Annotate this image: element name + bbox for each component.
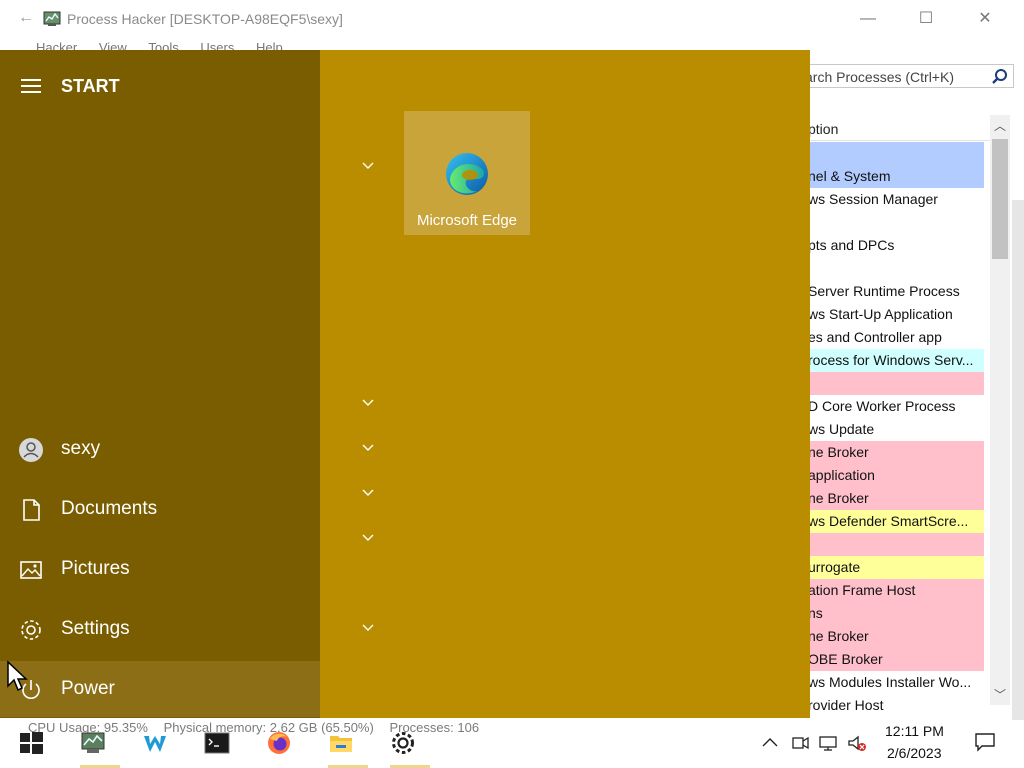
scroll-down-icon[interactable]: ﹀ <box>994 686 1006 703</box>
taskbar-file-explorer[interactable] <box>310 718 370 768</box>
process-row[interactable]: ws Session Manager <box>800 188 984 211</box>
start-item-label: sexy <box>61 438 101 459</box>
column-header-description[interactable]: ption <box>800 117 990 141</box>
mouse-cursor-icon <box>7 660 28 692</box>
taskbar-terminal[interactable] <box>186 718 246 768</box>
clock-date[interactable]: 2/6/2023 <box>887 745 942 761</box>
process-row[interactable]: ws Update <box>800 418 984 441</box>
process-hacker-app-icon <box>43 11 61 26</box>
process-row[interactable]: es and Controller app <box>800 326 984 349</box>
title-bar: ← Process Hacker [DESKTOP-A98EQF5\sexy] … <box>0 0 1024 38</box>
taskbar-process-hacker[interactable] <box>62 718 122 768</box>
chevron-down-icon[interactable] <box>360 161 376 171</box>
start-menu-tiles-area <box>320 50 810 718</box>
chevron-up-icon[interactable] <box>760 734 780 752</box>
process-list[interactable]: ption nel & System ws Session Manager pts … <box>800 115 990 715</box>
start-item-label: Pictures <box>61 558 130 579</box>
process-row[interactable]: rocess for Windows Serv... <box>800 349 984 372</box>
start-item-label: Settings <box>61 618 130 639</box>
windows-start-icon <box>20 732 43 754</box>
hamburger-menu-icon[interactable] <box>21 79 41 93</box>
gear-icon <box>21 620 41 640</box>
chevron-down-icon[interactable] <box>360 533 376 543</box>
tile-microsoft-edge[interactable]: Microsoft Edge <box>404 111 530 235</box>
start-item-label: Documents <box>61 498 158 519</box>
file-explorer-icon <box>330 736 352 752</box>
start-item-power[interactable]: Power <box>0 661 320 717</box>
process-row[interactable]: nel & System <box>800 165 984 188</box>
process-row[interactable]: D Core Worker Process <box>800 395 984 418</box>
close-button[interactable]: ✕ <box>962 6 1008 32</box>
wing-icon <box>144 736 166 752</box>
search-icon[interactable] <box>991 68 1009 86</box>
search-input[interactable]: arch Processes (Ctrl+K) <box>800 64 1014 88</box>
network-icon[interactable] <box>818 734 838 752</box>
tile-label: Microsoft Edge <box>416 212 518 229</box>
minimize-button[interactable]: — <box>845 6 891 32</box>
process-row[interactable]: ne Broker <box>800 625 984 648</box>
back-arrow-icon[interactable]: ← <box>18 9 34 27</box>
start-item-user[interactable]: sexy <box>0 421 320 477</box>
process-row[interactable]: rovider Host <box>800 694 984 715</box>
process-row[interactable] <box>800 211 984 234</box>
process-row[interactable]: OBE Broker <box>800 648 984 671</box>
process-row[interactable]: ne Broker <box>800 487 984 510</box>
maximize-button[interactable]: ☐ <box>903 6 949 32</box>
user-icon <box>19 438 43 462</box>
process-row[interactable]: ation Frame Host <box>800 579 984 602</box>
scrollbar-thumb[interactable] <box>992 139 1008 259</box>
chevron-down-icon[interactable] <box>360 623 376 633</box>
search-placeholder: arch Processes (Ctrl+K) <box>805 69 954 85</box>
taskbar-firefox[interactable] <box>248 718 308 768</box>
firefox-icon <box>268 732 290 754</box>
taskbar-start-button[interactable] <box>0 718 60 768</box>
start-item-pictures[interactable]: Pictures <box>0 541 320 597</box>
clock-time[interactable]: 12:11 PM <box>885 723 944 739</box>
process-row[interactable] <box>800 533 984 556</box>
process-row[interactable]: Server Runtime Process <box>800 280 984 303</box>
vertical-scrollbar[interactable]: ︿ ﹀ <box>990 115 1010 705</box>
window-edge <box>1012 200 1024 720</box>
chevron-down-icon[interactable] <box>360 443 376 453</box>
document-icon <box>23 499 40 521</box>
settings-icon <box>392 732 414 754</box>
process-row[interactable]: pts and DPCs <box>800 234 984 257</box>
window-title: Process Hacker [DESKTOP-A98EQF5\sexy] <box>67 11 343 27</box>
chevron-down-icon[interactable] <box>360 488 376 498</box>
process-row[interactable] <box>800 372 984 395</box>
process-row[interactable]: ws Start-Up Application <box>800 303 984 326</box>
notification-icon[interactable] <box>974 732 996 752</box>
process-row[interactable]: ws Modules Installer Wo... <box>800 671 984 694</box>
scroll-up-icon[interactable]: ︿ <box>994 117 1006 134</box>
process-row[interactable]: application <box>800 464 984 487</box>
volume-muted-icon[interactable] <box>847 734 867 752</box>
meet-icon[interactable] <box>790 734 810 752</box>
start-item-documents[interactable]: Documents <box>0 481 320 537</box>
taskbar-wing[interactable] <box>124 718 184 768</box>
process-row[interactable] <box>800 257 984 280</box>
start-item-label: Power <box>61 678 115 699</box>
process-row[interactable]: ne Broker <box>800 441 984 464</box>
start-item-settings[interactable]: Settings <box>0 601 320 657</box>
taskbar-settings[interactable] <box>372 718 432 768</box>
start-header: START <box>61 76 120 96</box>
process-row[interactable]: ns <box>800 602 984 625</box>
chevron-down-icon[interactable] <box>360 398 376 408</box>
edge-icon <box>446 153 488 195</box>
terminal-icon <box>204 732 230 754</box>
process-row[interactable] <box>800 142 984 165</box>
process-row[interactable]: ws Defender SmartScre... <box>800 510 984 533</box>
process-row[interactable]: urrogate <box>800 556 984 579</box>
process-hacker-icon <box>81 732 105 753</box>
pictures-icon <box>20 561 42 579</box>
